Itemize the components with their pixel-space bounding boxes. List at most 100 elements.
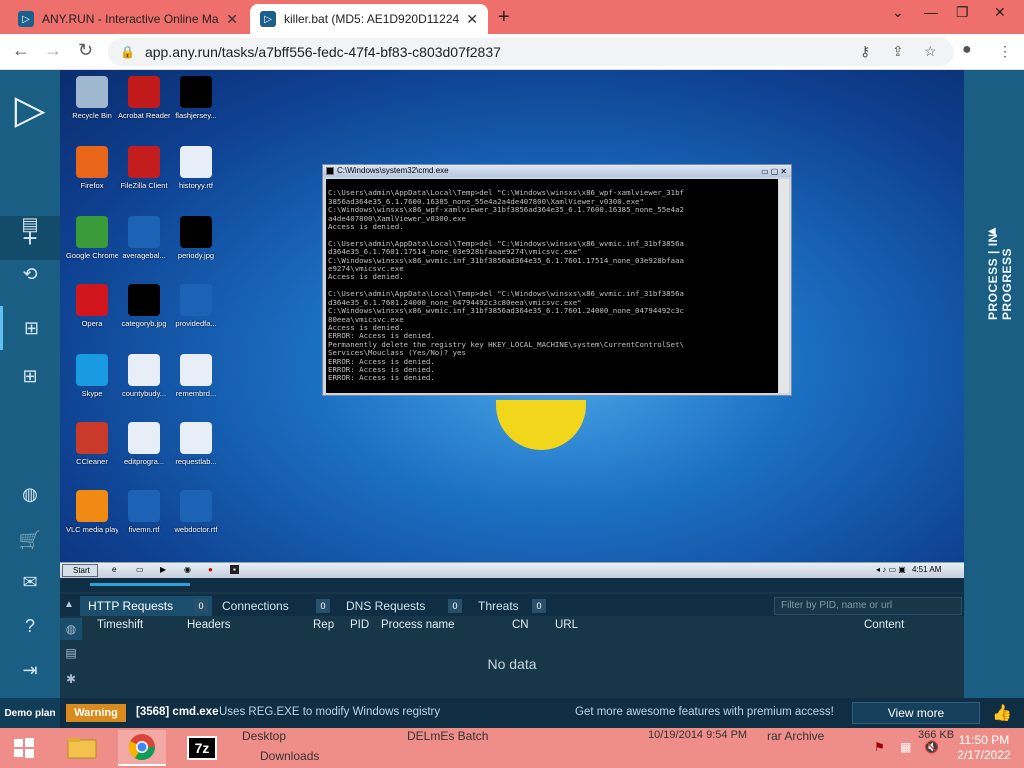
empty-state: No data [487, 656, 537, 672]
tray-flag-icon[interactable]: ⚑ [874, 740, 885, 754]
desktop-icon[interactable]: Acrobat Reader DC [118, 76, 170, 120]
desktop-icon[interactable]: VLC media player [66, 490, 118, 534]
table-header: Timeshift Headers Rep PID Process name C… [60, 616, 964, 636]
desktop-icon[interactable]: remembrd... [170, 354, 222, 398]
close-tab-icon[interactable]: ✕ [466, 11, 478, 28]
share-icon[interactable]: ⇪ [892, 43, 904, 60]
desktop-icon[interactable]: FileZilla Client [118, 146, 170, 190]
tab-dns-requests[interactable]: DNS Requests 0 [338, 596, 466, 616]
desktop-icon[interactable]: Recycle Bin [66, 76, 118, 120]
desktop-icon[interactable]: Skype [66, 354, 118, 398]
col-pid[interactable]: PID [350, 619, 369, 631]
col-cn[interactable]: CN [512, 619, 529, 631]
view-more-button[interactable]: View more [852, 702, 980, 724]
tab-anyrun[interactable]: ▷ ANY.RUN - Interactive Online Ma ✕ [8, 4, 248, 34]
desktop-icon[interactable]: categoryb.jpg [118, 284, 170, 328]
close-tab-icon[interactable]: ✕ [226, 11, 238, 28]
promo-text: Get more awesome features with premium a… [575, 706, 834, 718]
chrome-icon[interactable]: ◉ [184, 565, 191, 574]
col-content[interactable]: Content [864, 619, 904, 631]
desktop-icon[interactable]: averagebal... [118, 216, 170, 260]
col-headers[interactable]: Headers [187, 619, 230, 631]
cmd-window-controls[interactable]: ▭▢✕ [761, 166, 789, 178]
address-bar[interactable]: 🔒 app.any.run/tasks/a7bff556-fedc-47f4-b… [108, 38, 954, 66]
tab-count: 0 [448, 599, 462, 613]
desktop-icon-label: Opera [81, 319, 103, 328]
tab-connections[interactable]: Connections 0 [214, 596, 334, 616]
explorer-icon[interactable]: ▭ [136, 565, 144, 574]
host-clock[interactable]: 11:50 PM 2/17/2022 [952, 733, 1016, 763]
forward-icon[interactable]: → [44, 40, 62, 61]
history-icon[interactable]: ⟲ [0, 252, 60, 296]
tray-icons[interactable]: ◂ ♪ ▭ ▣ [876, 565, 906, 574]
cmd-window[interactable]: C:\Windows\system32\cmd.exe ▭▢✕ C:\Users… [322, 164, 792, 396]
tray-volume-icon[interactable]: 🔇 [924, 740, 939, 754]
desktop-icon[interactable]: flashjersey... [170, 76, 222, 120]
desktop-icon[interactable]: CCleaner [66, 422, 118, 466]
file-explorer-icon[interactable] [58, 730, 106, 766]
windows-alt-icon[interactable]: ⊞ [0, 354, 60, 398]
desktop-icon[interactable]: webdoctor.rtf [170, 490, 222, 534]
windows-start-icon[interactable] [0, 730, 48, 766]
logout-icon[interactable]: ⇥ [0, 648, 60, 692]
ie-icon[interactable]: e [112, 565, 116, 574]
cmd-task-icon[interactable]: ▪ [230, 565, 239, 574]
cmd-scrollbar[interactable] [779, 179, 789, 393]
tray-network-icon[interactable]: ▦ [900, 740, 911, 754]
col-rep[interactable]: Rep [313, 619, 334, 631]
collapse-arrow-icon[interactable]: ◀ [988, 226, 996, 237]
security-icon[interactable]: ● [208, 565, 213, 574]
windows-icon[interactable]: ⊞ [0, 306, 60, 350]
col-timeshift[interactable]: Timeshift [97, 619, 143, 631]
col-url[interactable]: URL [555, 619, 578, 631]
desktop-icon[interactable]: editprogra... [118, 422, 170, 466]
col-process-name[interactable]: Process name [381, 619, 455, 631]
close-window-icon[interactable]: ✕ [994, 4, 1006, 21]
tab-threats[interactable]: Threats 0 [470, 596, 550, 616]
chevron-down-icon[interactable]: ⌄ [892, 4, 904, 21]
desktop-icon[interactable]: fivemn.rtf [118, 490, 170, 534]
vm-taskbar: Start e ▭ ▶ ◉ ● ▪ ◂ ♪ ▭ ▣ 4:51 AM [60, 562, 964, 578]
new-tab-icon[interactable]: + [498, 6, 510, 29]
globe-icon[interactable]: ◍ [0, 472, 60, 516]
restore-icon[interactable]: ❐ [956, 4, 969, 21]
thumbs-up-icon[interactable]: 👍 [992, 703, 1012, 723]
logo-icon[interactable]: ▷ [0, 78, 60, 142]
cmd-titlebar[interactable]: C:\Windows\system32\cmd.exe ▭▢✕ [323, 165, 791, 177]
tab-title: ANY.RUN - Interactive Online Ma [42, 12, 219, 26]
tab-killer-bat[interactable]: ▷ killer.bat (MD5: AE1D920D11224 ✕ [250, 4, 488, 34]
cart-icon[interactable]: 🛒 [0, 518, 60, 562]
process-status-strip: PROCESS | IN PROGRESS ◀ [964, 70, 1024, 698]
mail-icon[interactable]: ✉ [0, 560, 60, 604]
desktop-icon[interactable]: Firefox [66, 146, 118, 190]
desktop-icon[interactable]: periody.jpg [170, 216, 222, 260]
chrome-taskbar-icon[interactable] [118, 730, 166, 766]
desktop-icon[interactable]: providedfa... [170, 284, 222, 328]
reload-icon[interactable]: ↻ [78, 40, 93, 61]
desktop-icon[interactable]: Opera [66, 284, 118, 328]
key-icon[interactable]: ⚷ [860, 43, 870, 60]
vm-start-button[interactable]: Start [62, 564, 98, 577]
desktop-icon[interactable]: Google Chrome [66, 216, 118, 260]
desktop-icon-image [180, 76, 212, 108]
7zip-icon[interactable]: 7z [178, 730, 226, 766]
star-icon[interactable]: ☆ [924, 43, 937, 60]
desktop-icon-image [128, 146, 160, 178]
reports-icon[interactable]: ▤ [0, 202, 60, 246]
desktop-icon[interactable]: countybudy... [118, 354, 170, 398]
media-icon[interactable]: ▶ [160, 565, 166, 574]
expand-icon[interactable]: ▲ [64, 599, 74, 610]
profile-icon[interactable]: ● [962, 41, 972, 59]
minimize-icon[interactable]: — [924, 4, 938, 20]
back-icon[interactable]: ← [12, 40, 30, 61]
desktop-icon[interactable]: historyy.rtf [170, 146, 222, 190]
desktop-icon[interactable]: requestlab... [170, 422, 222, 466]
tab-http-requests[interactable]: HTTP Requests 0 [80, 596, 212, 616]
warning-process[interactable]: [3568] cmd.exe [136, 706, 218, 718]
menu-dots-icon[interactable]: ⋮ [998, 43, 1012, 60]
help-icon[interactable]: ? [0, 604, 60, 648]
vm-desktop[interactable]: Recycle Bin Acrobat Reader DC flashjersey.… [60, 70, 964, 562]
cmd-output[interactable]: C:\Users\admin\AppData\Local\Temp>del "C… [326, 179, 778, 393]
filter-input[interactable]: Filter by PID, name or url [774, 597, 962, 615]
clock-date: 2/17/2022 [957, 748, 1011, 762]
